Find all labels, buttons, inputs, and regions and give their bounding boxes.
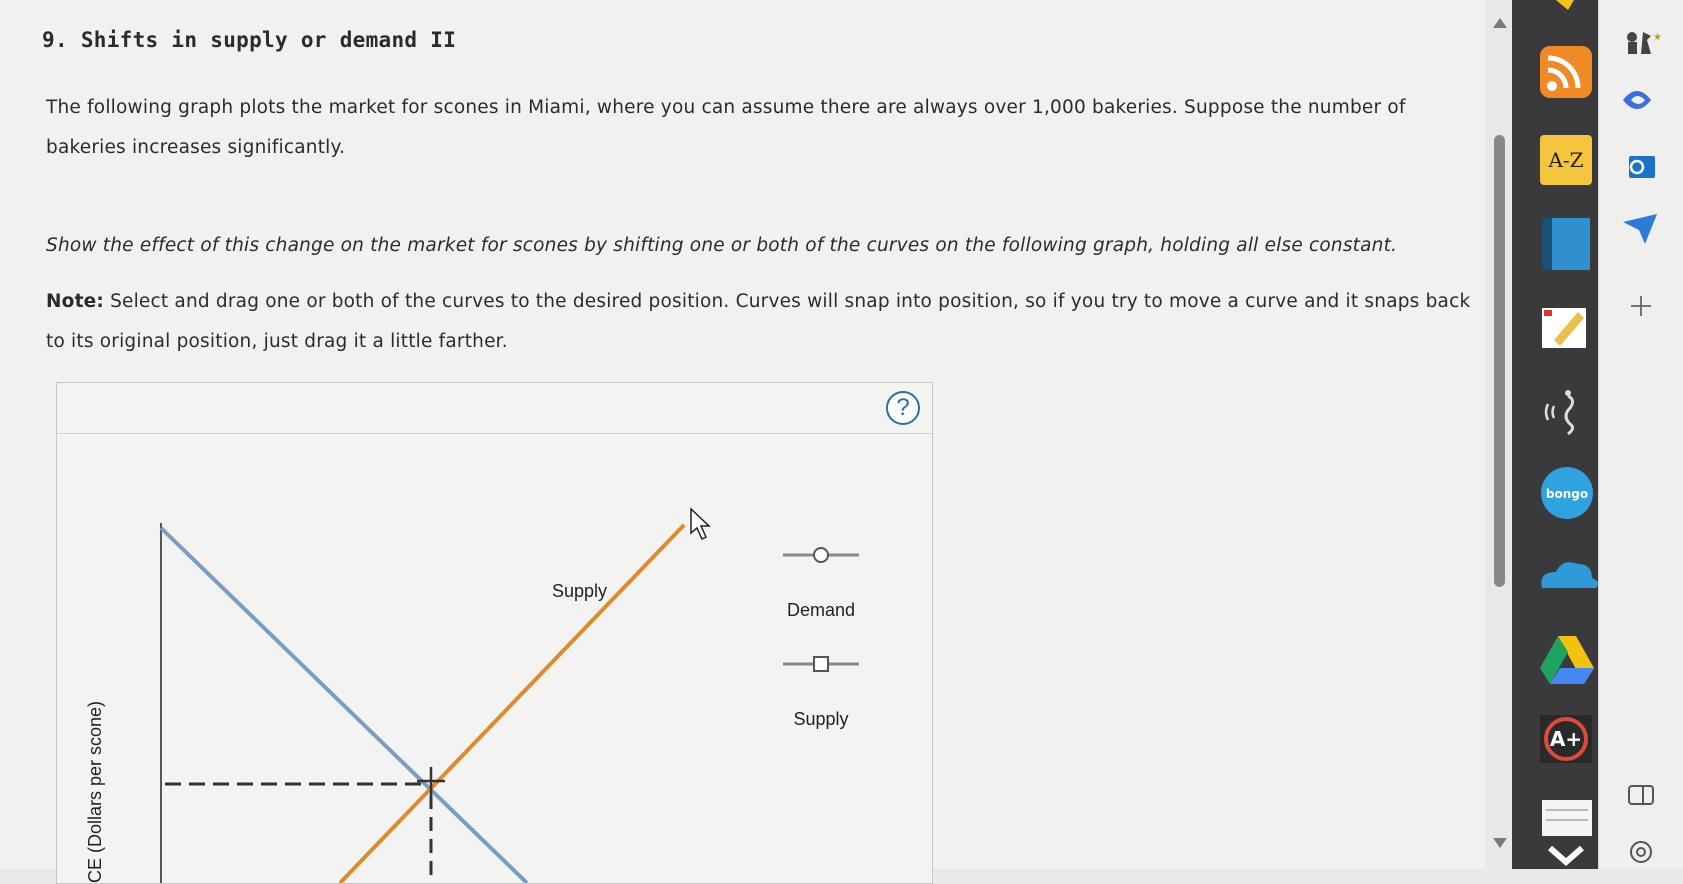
- rss-icon[interactable]: [1540, 46, 1592, 98]
- mouse-cursor-icon: [690, 507, 711, 541]
- extension-dock: A-Z bongo A+: [1512, 0, 1599, 869]
- legend-supply-tool[interactable]: [783, 656, 859, 672]
- legend-demand-tool[interactable]: [783, 547, 859, 563]
- cloud-icon[interactable]: [1541, 562, 1599, 588]
- dock-chevron-down-icon[interactable]: [1548, 845, 1584, 866]
- svg-text:A-Z: A-Z: [1547, 148, 1583, 172]
- plus-icon[interactable]: [1631, 296, 1651, 316]
- legend-supply-label: Supply: [793, 709, 848, 729]
- graph-panel: ? CE (Dollars per scone) Supply Demand S…: [56, 382, 933, 884]
- chess-icon[interactable]: ★: [1627, 32, 1662, 54]
- equilibrium-point: [417, 767, 445, 795]
- outlook-icon[interactable]: [1629, 156, 1655, 178]
- question-title: 9. Shifts in supply or demand II: [42, 28, 457, 52]
- supply-curve[interactable]: [338, 523, 686, 883]
- send-icon[interactable]: [1623, 214, 1657, 244]
- copilot-icon[interactable]: [1623, 91, 1651, 109]
- scroll-down-arrow-icon[interactable]: [1493, 838, 1507, 848]
- a-z-icon[interactable]: A-Z: [1540, 135, 1592, 185]
- scroll-thumb[interactable]: [1494, 135, 1505, 587]
- supply-curve-label: Supply: [552, 581, 607, 601]
- dock-partial-icon[interactable]: [1556, 0, 1574, 10]
- highlighter-icon[interactable]: [1542, 308, 1586, 348]
- svg-text:A+: A+: [1550, 727, 1582, 751]
- settings-icon[interactable]: [1630, 841, 1652, 863]
- split-view-icon[interactable]: [1628, 785, 1654, 805]
- legend-demand-label: Demand: [787, 600, 855, 620]
- y-axis-title: CE (Dollars per scone): [85, 701, 105, 883]
- scroll-up-arrow-icon[interactable]: [1493, 18, 1507, 28]
- google-drive-icon[interactable]: [1540, 636, 1594, 684]
- svg-text:★: ★: [1653, 32, 1662, 43]
- question-note: Note: Select and drag one or both of the…: [46, 282, 1476, 362]
- question-content: 9. Shifts in supply or demand II The fol…: [0, 0, 1485, 884]
- bongo-icon[interactable]: bongo: [1541, 467, 1593, 519]
- question-instruction: Show the effect of this change on the ma…: [46, 235, 1398, 256]
- demand-curve[interactable]: [159, 526, 529, 883]
- read-aloud-icon[interactable]: [1544, 390, 1575, 436]
- note-text: Select and drag one or both of the curve…: [46, 291, 1471, 352]
- browser-sidebar: ★: [1598, 0, 1683, 869]
- svg-text:bongo: bongo: [1546, 487, 1588, 501]
- book-icon[interactable]: [1542, 218, 1590, 270]
- notes-icon[interactable]: [1542, 800, 1592, 836]
- note-label: Note:: [46, 291, 104, 312]
- page-scrollbar[interactable]: [1488, 0, 1512, 869]
- a-plus-icon[interactable]: A+: [1540, 715, 1592, 763]
- question-intro: The following graph plots the market for…: [46, 97, 1406, 158]
- graph-canvas: CE (Dollars per scone) Supply Demand Sup…: [85, 507, 859, 883]
